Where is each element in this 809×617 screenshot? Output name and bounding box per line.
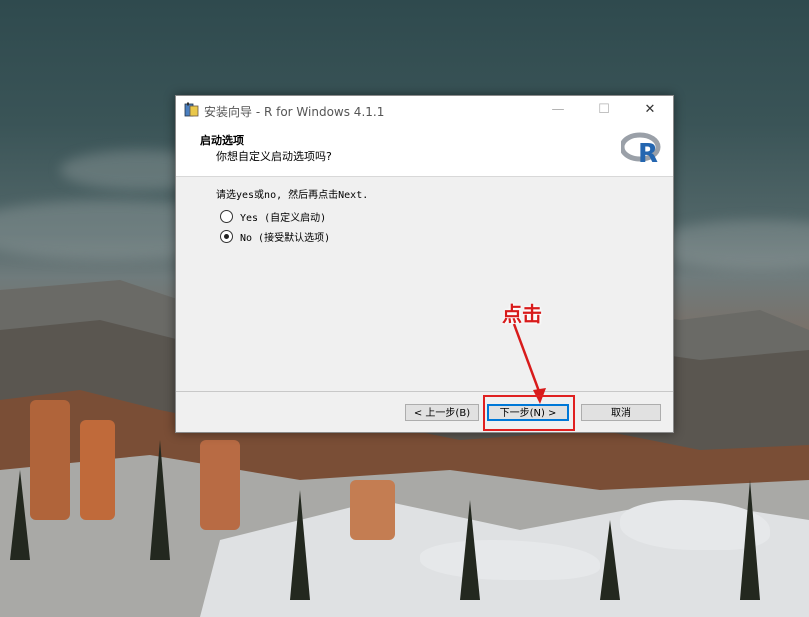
tree <box>150 440 170 560</box>
wizard-header: 启动选项 你想自定义启动选项吗? R <box>176 124 673 177</box>
option-yes-label: Yes (自定义启动) <box>240 212 327 224</box>
rock-formation <box>30 400 70 520</box>
r-logo-letter: R <box>638 139 658 166</box>
maximize-icon: ☐ <box>598 102 610 117</box>
rock-formation <box>80 420 115 520</box>
rock-formation <box>350 480 395 540</box>
tree <box>10 470 30 560</box>
option-no[interactable]: No (接受默认选项) <box>220 228 330 244</box>
close-button[interactable]: ✕ <box>627 96 673 124</box>
window-title: 安装向导 - R for Windows 4.1.1 <box>204 105 385 119</box>
app-setup-icon <box>184 102 199 117</box>
tree <box>460 500 480 600</box>
radio-no[interactable] <box>220 229 233 243</box>
page-subtitle: 你想自定义启动选项吗? <box>216 150 332 163</box>
rock-formation <box>200 440 240 530</box>
minimize-button[interactable]: — <box>535 96 581 124</box>
annotation-highlight-box <box>483 395 575 431</box>
page-title: 启动选项 <box>200 134 244 147</box>
divider <box>176 391 673 392</box>
option-no-label: No (接受默认选项) <box>240 232 331 244</box>
setup-wizard-window: 安装向导 - R for Windows 4.1.1 — ☐ ✕ 启动选项 你想… <box>175 95 674 433</box>
cancel-button[interactable]: 取消 <box>581 404 661 421</box>
minimize-icon: — <box>551 102 565 117</box>
tree <box>290 490 310 600</box>
option-yes[interactable]: Yes (自定义启动) <box>220 208 326 224</box>
tree <box>740 480 760 600</box>
radio-yes[interactable] <box>220 209 233 223</box>
tree <box>600 520 620 600</box>
r-logo-icon: R <box>621 132 661 166</box>
close-icon: ✕ <box>644 102 656 117</box>
instruction-text: 请选yes或no, 然后再点击Next. <box>216 190 369 201</box>
title-bar[interactable]: 安装向导 - R for Windows 4.1.1 — ☐ ✕ <box>176 96 673 124</box>
maximize-button[interactable]: ☐ <box>581 96 627 124</box>
back-button[interactable]: < 上一步(B) <box>405 404 479 421</box>
